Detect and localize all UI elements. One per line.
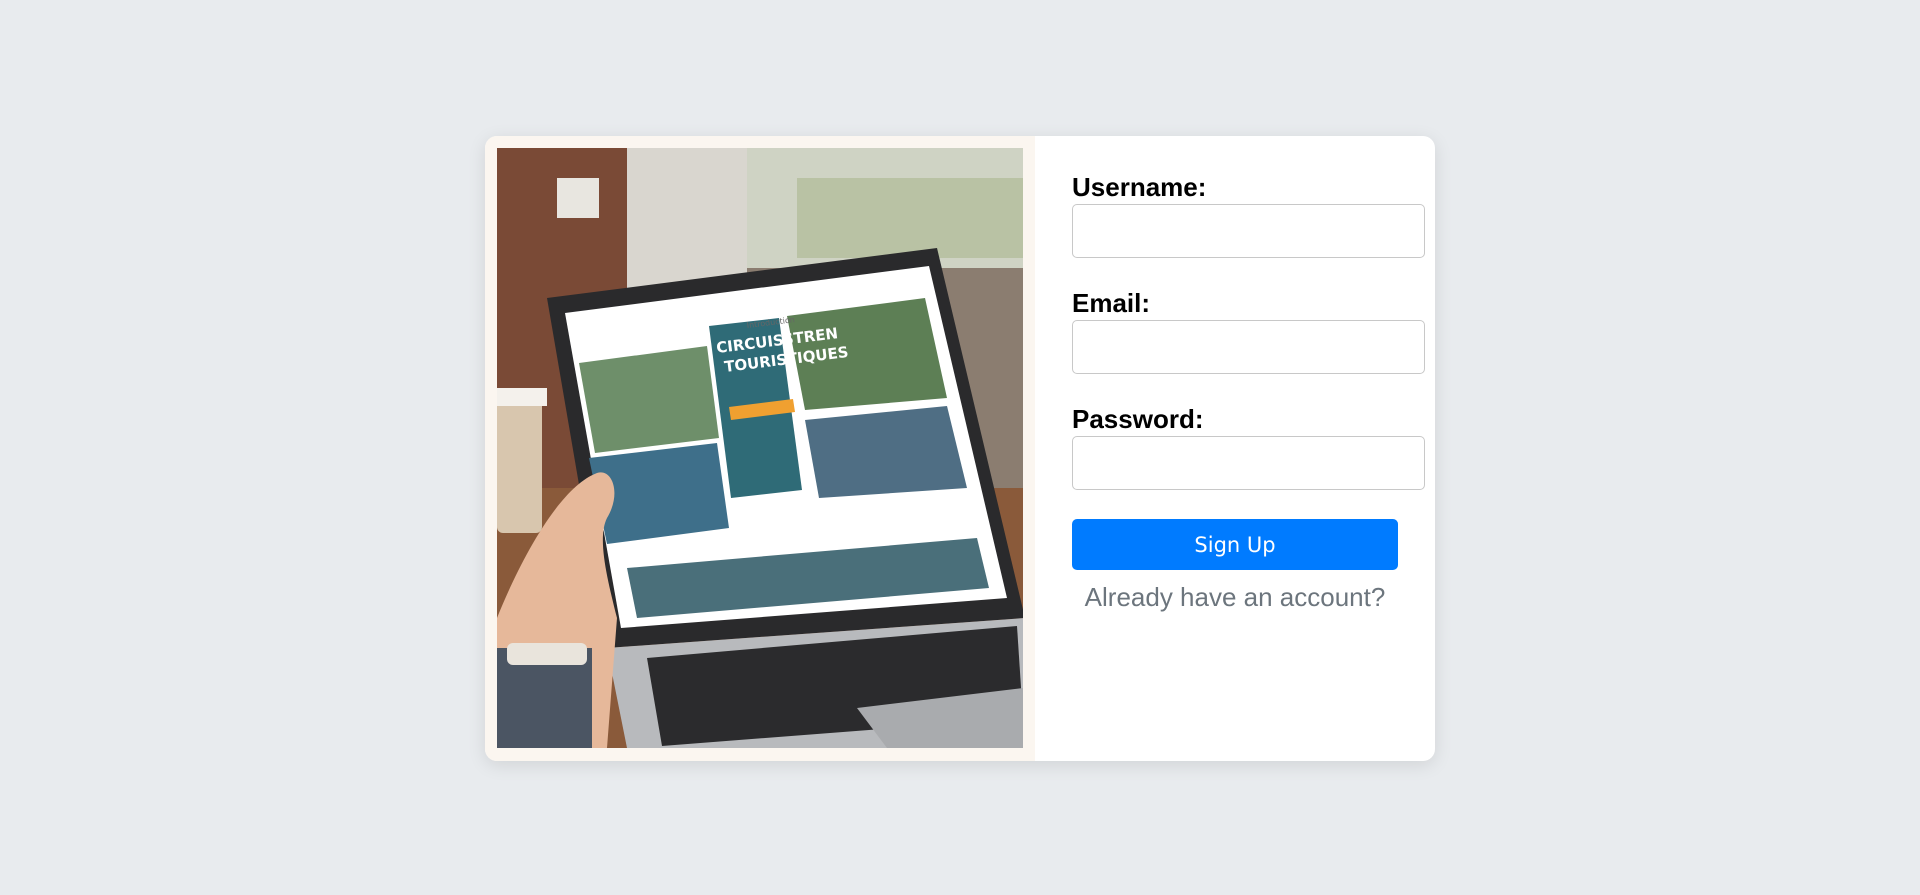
password-label: Password: (1072, 404, 1204, 434)
image-panel: CIRCUISSTREN TOURISTIQUES Introduction (485, 136, 1035, 761)
sign-up-button[interactable]: Sign Up (1072, 519, 1398, 570)
laptop-illustration: CIRCUISSTREN TOURISTIQUES Introduction (497, 148, 1023, 748)
login-link[interactable]: Already have an account? (1072, 582, 1398, 613)
signup-form: Username: Email: Password: Sign Up Alrea… (1072, 172, 1425, 613)
email-label: Email: (1072, 288, 1151, 318)
password-input[interactable] (1072, 436, 1425, 490)
laptop-photo: CIRCUISSTREN TOURISTIQUES Introduction (497, 148, 1023, 748)
username-input[interactable] (1072, 204, 1425, 258)
signup-card: CIRCUISSTREN TOURISTIQUES Introduction U… (485, 136, 1435, 761)
username-label: Username: (1072, 172, 1207, 202)
email-input[interactable] (1072, 320, 1425, 374)
